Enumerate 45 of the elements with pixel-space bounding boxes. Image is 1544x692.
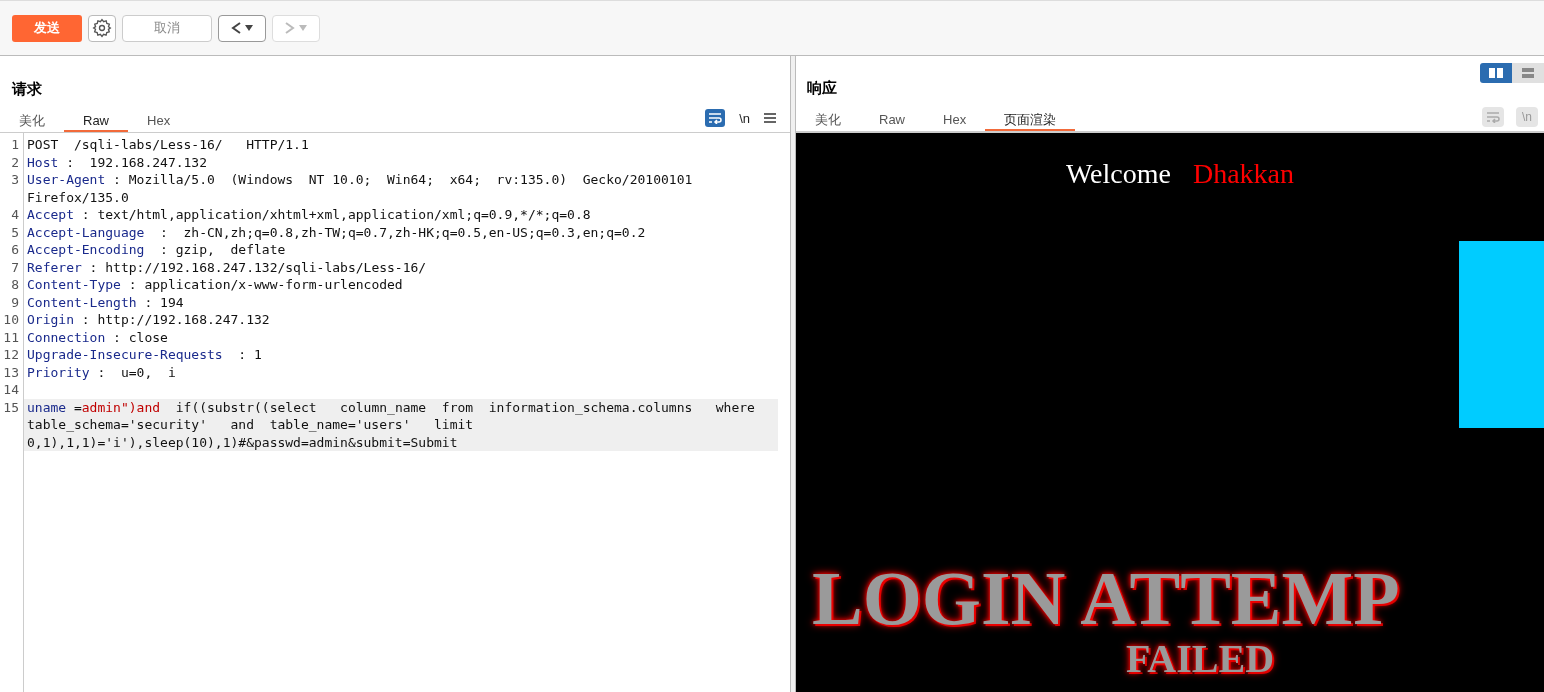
settings-button[interactable] — [88, 14, 116, 42]
wrap-icon — [1486, 111, 1500, 123]
caret-icon — [299, 25, 307, 31]
line-number: 13 — [2, 363, 20, 381]
forward-icon — [285, 21, 295, 35]
wrap-icon — [708, 112, 723, 125]
tab[interactable]: 美化 — [796, 111, 860, 131]
settings-icon — [92, 18, 112, 38]
stacked-button[interactable] — [1512, 63, 1544, 83]
banner-text: LOGIN ATTEMP — [811, 559, 1400, 637]
line-number: 1 — [10, 136, 20, 154]
line-number: 15 — [2, 398, 20, 417]
back-button[interactable] — [218, 14, 266, 42]
line-number: 6 — [10, 241, 20, 259]
line-number: 10 — [2, 311, 20, 329]
line-number: 14 — [2, 381, 20, 399]
tab[interactable]: Hex — [924, 111, 986, 131]
banner-text: FAILED — [1124, 637, 1275, 681]
cancel-button[interactable]: 取消 — [122, 14, 212, 42]
tab[interactable]: 美化 — [0, 112, 64, 132]
newline-toggle[interactable]: \n — [739, 108, 750, 128]
welcome-text: Welcome — [1065, 157, 1171, 191]
tab[interactable]: Hex — [128, 112, 190, 132]
line-number: 8 — [10, 276, 20, 294]
menu-icon[interactable] — [764, 113, 776, 124]
panel-title: 请求 — [10, 79, 43, 99]
rows-icon — [1522, 68, 1534, 78]
tab[interactable]: 页面渲染 — [985, 111, 1076, 131]
side-by-side-button[interactable] — [1480, 63, 1512, 83]
line-number: 11 — [2, 328, 20, 346]
back-icon — [231, 21, 241, 35]
wrap-toggle[interactable] — [705, 109, 726, 128]
line-number: 4 — [10, 206, 20, 224]
line-number: 5 — [10, 223, 20, 241]
line-number: 7 — [10, 258, 20, 276]
line-number: 12 — [2, 346, 20, 364]
tab[interactable]: Raw — [860, 111, 924, 131]
panel-title: 响应 — [806, 77, 838, 98]
tab[interactable]: Raw — [64, 112, 128, 132]
columns-icon — [1489, 68, 1503, 78]
line-number: 2 — [10, 153, 20, 171]
line-number: 3 — [10, 171, 20, 189]
line-number: 9 — [10, 293, 20, 311]
caret-icon — [245, 25, 253, 31]
user-name: Dhakkan — [1192, 157, 1295, 191]
